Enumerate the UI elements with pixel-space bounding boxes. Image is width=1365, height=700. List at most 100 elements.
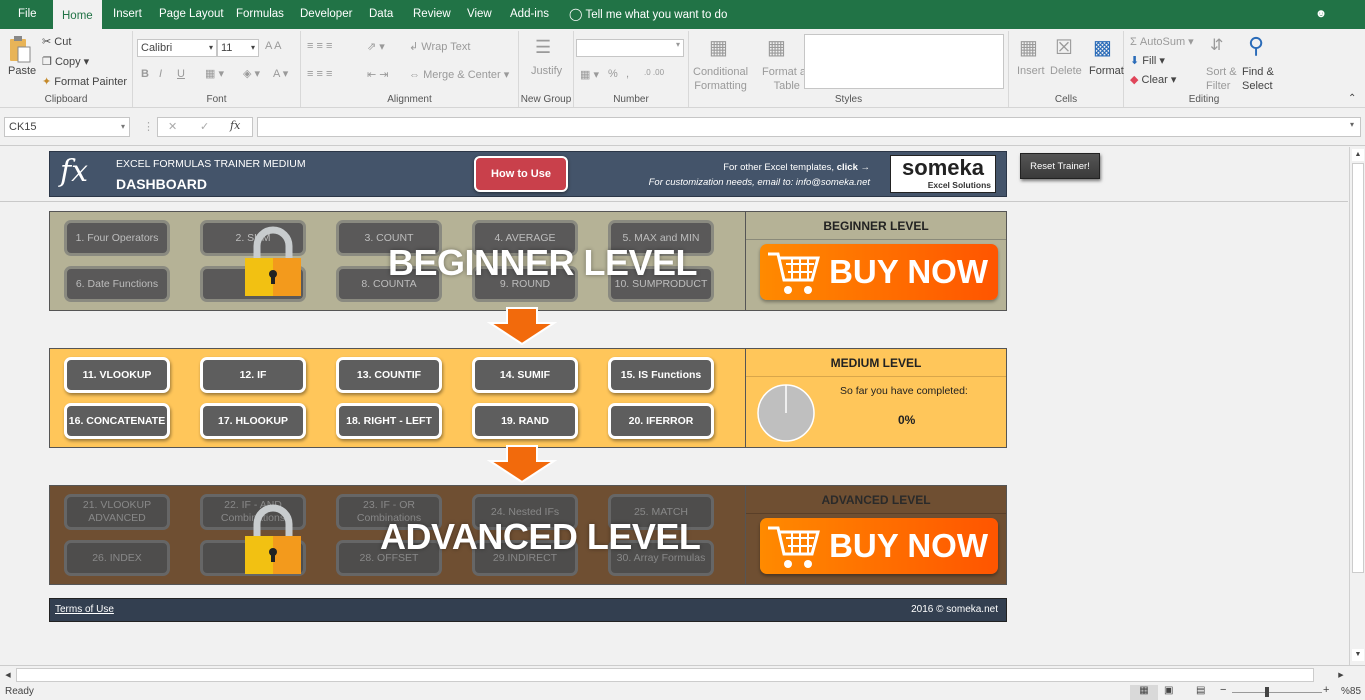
- tab-developer[interactable]: Developer: [291, 0, 361, 29]
- align-top-icon[interactable]: ≡ ≡ ≡: [307, 40, 332, 52]
- conditional-formatting-button[interactable]: Conditional Formatting: [693, 65, 748, 93]
- autosum-button[interactable]: Σ AutoSum ▾: [1130, 35, 1194, 48]
- lesson-button[interactable]: 1. Four Operators: [64, 220, 170, 256]
- clear-button[interactable]: ◆ Clear ▾: [1130, 73, 1176, 86]
- zoom-level[interactable]: %85: [1341, 686, 1361, 697]
- lesson-button[interactable]: 5. MAX and MIN: [608, 220, 714, 256]
- tab-data[interactable]: Data: [360, 0, 402, 29]
- fill-button[interactable]: ⬇ Fill ▾: [1130, 54, 1165, 67]
- justify-button[interactable]: Justify: [531, 65, 562, 77]
- tab-home[interactable]: Home: [53, 0, 102, 29]
- lesson-button[interactable]: 14. SUMIF: [472, 357, 578, 393]
- decimal-icon[interactable]: .0 .00: [644, 68, 664, 77]
- lesson-button[interactable]: 23. IF - OR Combinations: [336, 494, 442, 530]
- horizontal-scroll-thumb[interactable]: [16, 668, 1314, 682]
- delete-button[interactable]: Delete: [1050, 65, 1082, 77]
- lesson-button[interactable]: 19. RAND: [472, 403, 578, 439]
- tab-view[interactable]: View: [458, 0, 501, 29]
- cell-styles-gallery[interactable]: [804, 34, 1004, 89]
- lesson-button[interactable]: 9. ROUND: [472, 266, 578, 302]
- someka-logo[interactable]: someka Excel Solutions: [890, 155, 996, 193]
- lesson-button[interactable]: 16. CONCATENATE: [64, 403, 170, 439]
- lesson-button[interactable]: 21. VLOOKUP ADVANCED: [64, 494, 170, 530]
- how-to-use-button[interactable]: How to Use: [474, 156, 568, 192]
- zoom-slider[interactable]: [1232, 692, 1322, 693]
- font-size-select[interactable]: 11 ▾: [217, 39, 259, 57]
- currency-icon[interactable]: ▦ ▾: [580, 68, 599, 81]
- insert-button[interactable]: Insert: [1017, 65, 1045, 77]
- scroll-down-icon[interactable]: ▼: [1352, 649, 1364, 661]
- zoom-out-button[interactable]: −: [1220, 684, 1226, 696]
- scroll-right-icon[interactable]: ▶: [1335, 669, 1347, 682]
- lesson-button[interactable]: 10. SUMPRODUCT: [608, 266, 714, 302]
- vertical-scrollbar[interactable]: ▲ ▼: [1349, 147, 1365, 665]
- enter-icon[interactable]: ✓: [200, 120, 209, 133]
- cut-button[interactable]: ✂ Cut: [42, 35, 71, 48]
- terms-of-use-link[interactable]: Terms of Use: [55, 604, 114, 615]
- paste-button[interactable]: Paste: [8, 65, 36, 77]
- lesson-button[interactable]: 6. Date Functions: [64, 266, 170, 302]
- copy-button[interactable]: ❐ Copy ▾: [42, 55, 89, 68]
- collapse-ribbon-icon[interactable]: ⌃: [1348, 93, 1356, 104]
- normal-view-icon[interactable]: ▦: [1130, 685, 1158, 700]
- merge-center-button[interactable]: ⇔ Merge & Center ▾: [409, 68, 509, 81]
- lesson-button[interactable]: 12. IF: [200, 357, 306, 393]
- lesson-button[interactable]: 20. IFERROR: [608, 403, 714, 439]
- horizontal-scrollbar[interactable]: ◀ ▶: [0, 665, 1365, 685]
- font-color-icon[interactable]: A ▾: [273, 67, 288, 80]
- lesson-button[interactable]: 26. INDEX: [64, 540, 170, 576]
- lesson-button[interactable]: 24. Nested IFs: [472, 494, 578, 530]
- beginner-buy-now-button[interactable]: BUY NOW: [760, 244, 998, 300]
- lesson-button[interactable]: 13. COUNTIF: [336, 357, 442, 393]
- lesson-button[interactable]: 11. VLOOKUP: [64, 357, 170, 393]
- tab-review[interactable]: Review: [404, 0, 460, 29]
- zoom-in-button[interactable]: +: [1323, 684, 1329, 696]
- number-format-select[interactable]: ▾: [576, 39, 684, 57]
- orientation-icon[interactable]: ⇗ ▾: [367, 40, 385, 53]
- tell-me-box[interactable]: ◯ Tell me what you want to do: [560, 0, 736, 29]
- format-painter-button[interactable]: ✦ Format Painter: [42, 75, 127, 88]
- cancel-icon[interactable]: ✕: [168, 120, 177, 133]
- formula-input[interactable]: [257, 117, 1361, 137]
- format-button[interactable]: Format: [1089, 65, 1124, 77]
- advanced-buy-now-button[interactable]: BUY NOW: [760, 518, 998, 574]
- tab-add-ins[interactable]: Add-ins: [501, 0, 558, 29]
- font-name-select[interactable]: Calibri ▾: [137, 39, 217, 57]
- lesson-button[interactable]: 25. MATCH: [608, 494, 714, 530]
- reset-trainer-button[interactable]: Reset Trainer!: [1020, 153, 1100, 179]
- insert-function-icon[interactable]: fx: [230, 119, 240, 132]
- scroll-up-icon[interactable]: ▲: [1352, 149, 1364, 161]
- scroll-left-icon[interactable]: ◀: [2, 669, 14, 682]
- vertical-scroll-thumb[interactable]: [1352, 163, 1364, 573]
- comma-button[interactable]: ,: [626, 68, 629, 80]
- lesson-button[interactable]: 8. COUNTA: [336, 266, 442, 302]
- tab-insert[interactable]: Insert: [104, 0, 151, 29]
- bold-button[interactable]: B: [141, 68, 149, 80]
- lesson-button[interactable]: 3. COUNT: [336, 220, 442, 256]
- lesson-button[interactable]: 29.INDIRECT: [472, 540, 578, 576]
- underline-button[interactable]: U: [177, 68, 185, 80]
- borders-icon[interactable]: ▦ ▾: [205, 67, 224, 80]
- percent-button[interactable]: %: [608, 68, 618, 80]
- expand-formula-bar-icon[interactable]: ▾: [1350, 120, 1354, 129]
- name-box[interactable]: CK15 ▾: [4, 117, 130, 137]
- wrap-text-button[interactable]: ↲ Wrap Text: [409, 40, 470, 53]
- lesson-button[interactable]: 4. AVERAGE: [472, 220, 578, 256]
- align-left-icon[interactable]: ≡ ≡ ≡: [307, 68, 332, 80]
- find-select-button[interactable]: Find & Select: [1242, 65, 1274, 93]
- lesson-button[interactable]: 17. HLOOKUP: [200, 403, 306, 439]
- paste-icon[interactable]: [8, 35, 32, 63]
- lesson-button[interactable]: 15. IS Functions: [608, 357, 714, 393]
- lesson-button[interactable]: 30. Array Formulas: [608, 540, 714, 576]
- page-layout-view-icon[interactable]: ▣: [1164, 685, 1173, 696]
- page-break-view-icon[interactable]: ▤: [1196, 685, 1205, 696]
- lesson-button[interactable]: 28. OFFSET: [336, 540, 442, 576]
- tab-file[interactable]: File: [9, 0, 46, 29]
- zoom-slider-handle[interactable]: [1265, 687, 1269, 697]
- grow-font-icon[interactable]: A A: [265, 40, 282, 52]
- tab-formulas[interactable]: Formulas: [227, 0, 293, 29]
- indent-icon[interactable]: ⇤ ⇥: [367, 68, 389, 81]
- italic-button[interactable]: I: [159, 68, 162, 80]
- share-button[interactable]: ☻ Share: [1306, 0, 1365, 49]
- fill-color-icon[interactable]: ◈ ▾: [243, 67, 260, 80]
